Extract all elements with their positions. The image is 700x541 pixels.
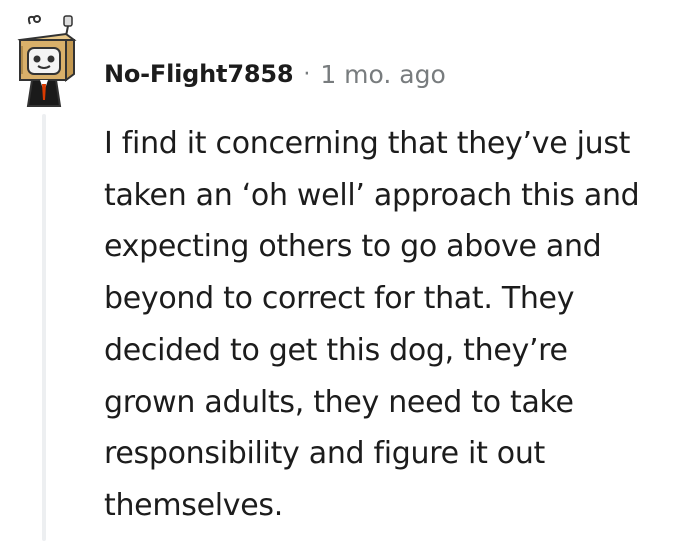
username-link[interactable]: No-Flight7858 [104,60,294,88]
timestamp[interactable]: 1 mo. ago [320,60,445,89]
comment-meta: No-Flight7858 · 1 mo. ago [104,56,446,92]
meta-separator: · [303,61,311,87]
snoo-avatar-box-head-icon [17,15,77,107]
comment-body: I find it concerning that they’ve just t… [104,126,640,523]
comment: No-Flight7858 · 1 mo. ago I find it conc… [0,0,700,541]
user-avatar[interactable] [8,14,88,110]
thread-line[interactable] [42,114,46,541]
